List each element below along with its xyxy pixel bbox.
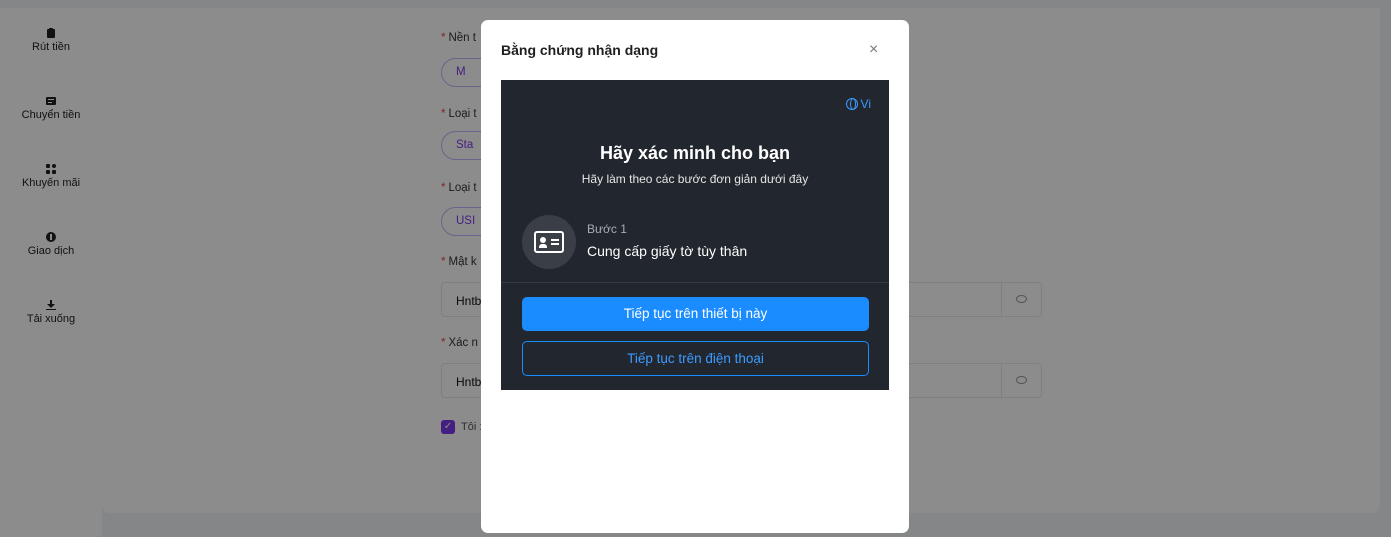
step-description: Cung cấp giấy tờ tùy thân: [587, 243, 748, 259]
globe-icon: [845, 98, 858, 110]
identity-proof-modal: Bằng chứng nhận dạng × Vi Hãy xác minh c…: [481, 20, 909, 533]
close-icon[interactable]: ×: [869, 41, 878, 59]
modal-title: Bằng chứng nhận dạng: [501, 42, 659, 58]
language-selector[interactable]: Vi: [845, 97, 871, 111]
step-number: Bước 1: [587, 222, 627, 236]
divider: [501, 282, 889, 283]
verification-widget: Vi Hãy xác minh cho bạn Hãy làm theo các…: [501, 80, 889, 390]
id-card-icon: [522, 215, 576, 269]
verification-subtitle: Hãy làm theo các bước đơn giản dưới đây: [581, 172, 809, 186]
continue-on-device-button[interactable]: Tiếp tục trên thiết bị này: [522, 297, 869, 331]
verification-title: Hãy xác minh cho bạn: [599, 143, 791, 163]
continue-on-phone-button[interactable]: Tiếp tục trên điện thoại: [522, 341, 869, 376]
